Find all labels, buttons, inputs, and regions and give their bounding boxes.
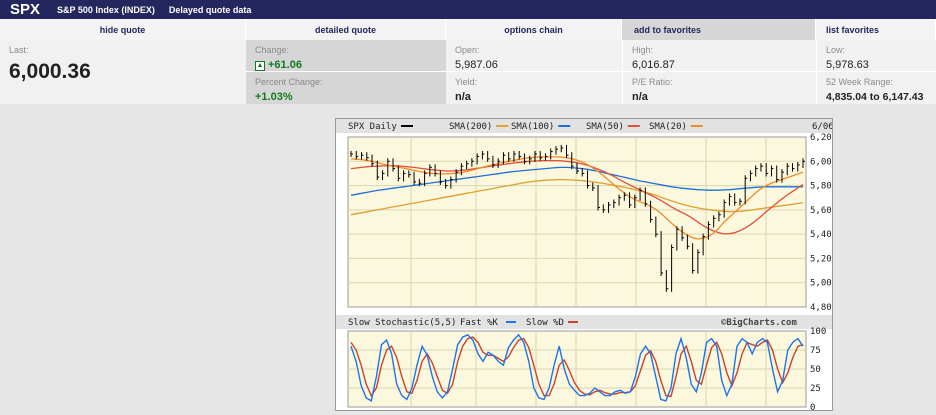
yield-label: Yield: (455, 77, 478, 87)
symbol: SPX (10, 1, 41, 18)
stoch-title: Slow Stochastic(5,5) (348, 318, 456, 328)
change-value: +61.06 (268, 59, 302, 71)
low-value: 5,978.63 (826, 59, 869, 71)
open-cell: Open: 5,987.06 (446, 40, 622, 72)
up-arrow-icon: ▲ (255, 61, 265, 71)
quote-panel: Last: 6,000.36 Change: ▲ +61.06 Percent C… (0, 40, 936, 104)
last-label: Last: (9, 45, 29, 55)
add-to-favorites-link[interactable]: add to favorites (622, 19, 816, 40)
quote-nav: hide quote detailed quote options chain … (0, 19, 936, 40)
percent-change-cell: Percent Change: +1.03% (246, 72, 446, 104)
range-cell: 52 Week Range: 4,835.04 to 6,147.43 (816, 72, 936, 104)
high-label: High: (632, 45, 654, 55)
legend-sma-200-: SMA(200) (449, 122, 492, 132)
price-tick-label: 5,200 (810, 254, 832, 264)
stoch-tick-label: 50 (810, 365, 821, 375)
price-tick-label: 6,000 (810, 157, 832, 167)
legend-sma-100-: SMA(100) (511, 122, 554, 132)
chart-date-label: 6/06/25 (812, 122, 832, 132)
price-tick-label: 5,000 (810, 279, 832, 289)
stoch-tick-label: 75 (810, 346, 821, 356)
list-favorites-link[interactable]: list favorites (816, 19, 936, 40)
legend-fast-k: Fast %K (460, 318, 499, 328)
stoch-tick-label: 100 (810, 327, 826, 337)
change-label: Change: (255, 45, 290, 55)
price-tick-label: 4,800 (810, 303, 832, 313)
percent-change-value: +1.03% (255, 91, 293, 103)
price-tick-label: 5,600 (810, 206, 832, 216)
range-value: 4,835.04 to 6,147.43 (826, 91, 924, 103)
yield-cell: Yield: n/a (446, 72, 622, 104)
high-cell: High: 6,016.87 (622, 40, 816, 72)
hide-quote-link[interactable]: hide quote (0, 19, 246, 40)
delayed-notice: Delayed quote data (168, 4, 252, 15)
low-cell: Low: 5,978.63 (816, 40, 936, 72)
legend-sma-50-: SMA(50) (586, 122, 624, 132)
price-chart-title: SPX Daily (348, 122, 397, 132)
stoch-tick-label: 25 (810, 384, 821, 394)
options-chain-link[interactable]: options chain (446, 19, 622, 40)
open-label: Open: (455, 45, 480, 55)
quote-header-bar: SPX S&P 500 Index (INDEX) Delayed quote … (0, 0, 936, 19)
last-price: 6,000.36 (9, 60, 91, 83)
price-tick-label: 5,800 (810, 182, 832, 192)
yield-value: n/a (455, 91, 471, 103)
index-name: S&P 500 Index (INDEX) (57, 4, 155, 15)
price-tick-label: 5,400 (810, 230, 832, 240)
pe-cell: P/E Ratio: n/a (622, 72, 816, 104)
bigcharts-watermark: ©BigCharts.com (721, 317, 797, 328)
pe-value: n/a (632, 91, 648, 103)
high-value: 6,016.87 (632, 59, 675, 71)
chart-svg: SPX Daily SMA(200) SMA(100) SMA(50) SMA(20) 6… (336, 119, 850, 413)
price-tick-label: 6,200 (810, 133, 832, 143)
percent-change-label: Percent Change: (255, 77, 323, 87)
detailed-quote-link[interactable]: detailed quote (246, 19, 446, 40)
price-chart: SPX Daily SMA(200) SMA(100) SMA(50) SMA(20) 6… (335, 118, 850, 413)
legend-sma-20-: SMA(20) (649, 122, 687, 132)
pe-label: P/E Ratio: (632, 77, 673, 87)
change-cell: Change: ▲ +61.06 (246, 40, 446, 72)
legend-slow-d: Slow %D (526, 318, 564, 328)
stoch-tick-label: 0 (810, 403, 815, 410)
low-label: Low: (826, 45, 846, 55)
last-price-cell: Last: 6,000.36 (0, 40, 246, 104)
open-value: 5,987.06 (455, 59, 498, 71)
range-label: 52 Week Range: (826, 77, 893, 87)
